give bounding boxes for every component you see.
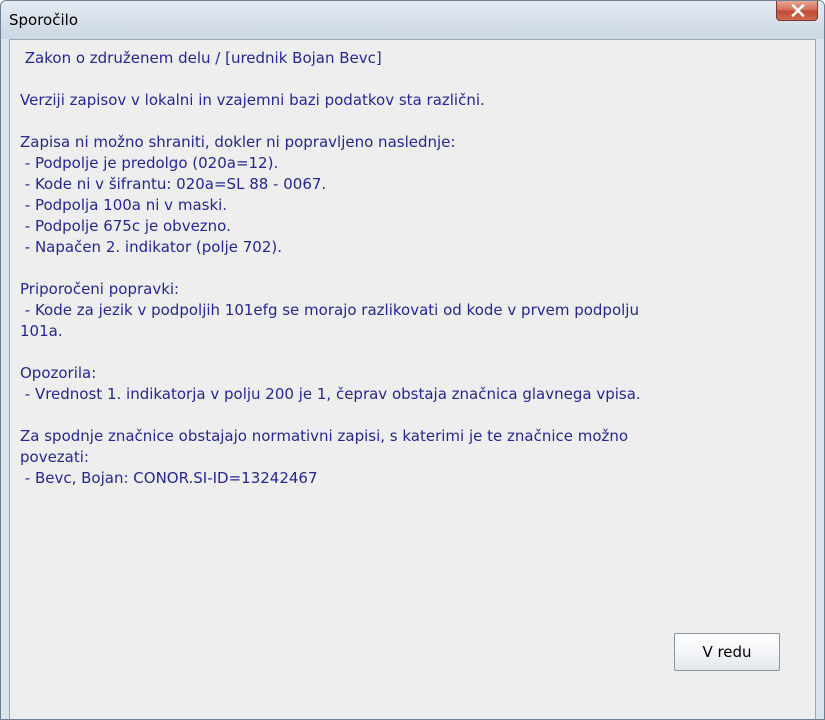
close-button[interactable] xyxy=(776,1,818,21)
message-line: - Napačen 2. indikator (polje 702). xyxy=(20,238,283,256)
message-line: Priporočeni popravki: xyxy=(20,280,180,298)
message-line: povezati: xyxy=(20,448,89,466)
message-text: Zakon o združenem delu / [urednik Bojan … xyxy=(20,48,805,489)
close-icon xyxy=(791,4,805,17)
message-line: - Kode za jezik v podpoljih 101efg se mo… xyxy=(20,301,639,319)
message-line: - Vrednost 1. indikatorja v polju 200 je… xyxy=(20,385,641,403)
message-line: - Podpolje je predolgo (020a=12). xyxy=(20,154,279,172)
message-line: - Podpolje 675c je obvezno. xyxy=(20,217,231,235)
message-line: - Bevc, Bojan: CONOR.SI-ID=13242467 xyxy=(20,469,318,487)
ok-button[interactable]: V redu xyxy=(674,633,780,671)
dialog-content: Zakon o združenem delu / [urednik Bojan … xyxy=(9,39,816,719)
message-line: - Kode ni v šifrantu: 020a=SL 88 - 0067. xyxy=(20,175,327,193)
message-line: Zapisa ni možno shraniti, dokler ni popr… xyxy=(20,133,456,151)
message-line: Zakon o združenem delu / [urednik Bojan … xyxy=(20,49,382,67)
message-line: Za spodnje značnice obstajajo normativni… xyxy=(20,427,629,445)
message-line: 101a. xyxy=(20,322,63,340)
message-line: - Podpolja 100a ni v maski. xyxy=(20,196,228,214)
message-line: Verziji zapisov v lokalni in vzajemni ba… xyxy=(20,91,485,109)
title-bar[interactable]: Sporočilo xyxy=(1,1,824,39)
dialog-title: Sporočilo xyxy=(9,11,78,29)
message-line: Opozorila: xyxy=(20,364,97,382)
message-dialog: Sporočilo Zakon o združenem delu / [ured… xyxy=(0,0,825,720)
